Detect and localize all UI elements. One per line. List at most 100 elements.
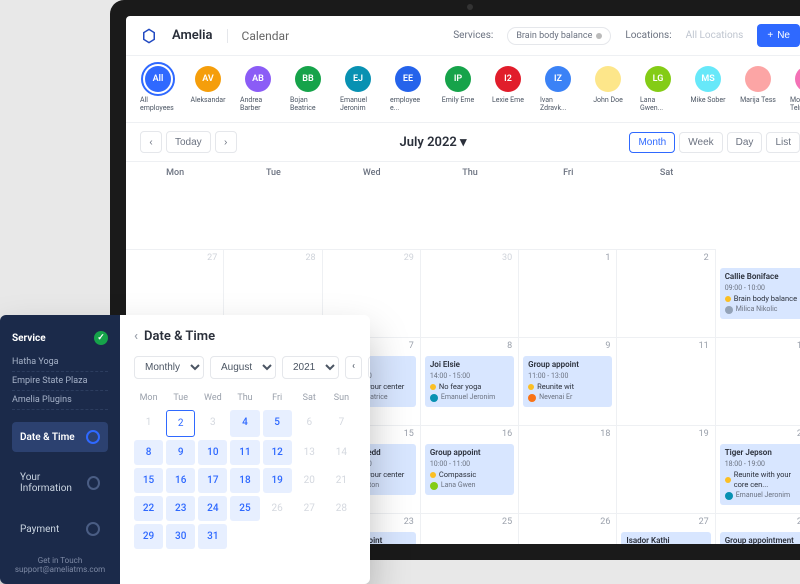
step-your-information[interactable]: Your Information (12, 464, 108, 502)
calendar-cell[interactable]: 27Isador Kathi17:00 - 19:00Yoga for gut … (617, 514, 715, 544)
picker-prev[interactable]: ‹ (345, 356, 362, 379)
emp-name: Lexie Eme (492, 96, 524, 104)
emp-name: Emanuel Jeronim (340, 96, 376, 112)
recurrence-select[interactable]: Monthly (134, 356, 204, 379)
calendar-cell[interactable]: 28Group appointment17:00 - 18:00Reunite … (716, 514, 800, 544)
emp-name: Andrea Barber (240, 96, 276, 112)
avatar: AV (195, 66, 221, 92)
view-month[interactable]: Month (629, 132, 675, 153)
avatar: IP (445, 66, 471, 92)
mini-day[interactable]: 25 (230, 496, 259, 521)
event-card[interactable]: Isador Kathi17:00 - 19:00Yoga for gut he… (621, 532, 710, 544)
mini-day[interactable]: 24 (198, 496, 227, 521)
emp-name: Emily Eme (442, 96, 474, 104)
employee-chip[interactable]: BBBojan Beatrice (290, 66, 326, 112)
month-select[interactable]: August (210, 356, 276, 379)
service-item[interactable]: Hatha Yoga (12, 353, 108, 372)
picker-next[interactable]: › (368, 356, 370, 379)
mini-day[interactable]: 5 (263, 410, 292, 437)
day-number: 23 (404, 517, 414, 527)
locations-select[interactable]: All Locations (686, 30, 744, 41)
view-week[interactable]: Week (679, 132, 722, 153)
service-heading: Service✓ (12, 331, 108, 345)
brand-name: Amelia (172, 28, 213, 43)
event-card[interactable]: Group appointment17:00 - 18:00Reunite wi… (720, 532, 800, 544)
event-card[interactable]: Group appoint10:00 - 11:00CompassicLana … (425, 444, 514, 495)
event-card[interactable]: Group appoint11:00 - 13:00Reunite witNev… (523, 356, 612, 407)
picker-title: Date & Time (134, 329, 356, 344)
employee-chip[interactable]: John Doe (590, 66, 626, 112)
mini-day[interactable]: 19 (263, 468, 292, 493)
employee-chip[interactable]: IP Emily Eme (440, 66, 476, 112)
day-number: 1 (605, 253, 610, 263)
calendar-cell[interactable]: 20Tiger Jepson18:00 - 19:00Reunite with … (716, 426, 800, 514)
employee-chip[interactable]: ABAndrea Barber (240, 66, 276, 112)
calendar-toolbar: ‹ Today › July 2022 ▾ MonthWeekDayList (126, 123, 800, 162)
service-item[interactable]: Amelia Plugins (12, 391, 108, 410)
view-list[interactable]: List (766, 132, 800, 153)
calendar-cell[interactable]: 26 (519, 514, 617, 544)
step-ring-icon (86, 430, 100, 444)
calendar-cell[interactable]: 4Callie Boniface09:00 - 10:00Brain body … (716, 250, 800, 338)
year-select[interactable]: 2021 (282, 356, 339, 379)
day-header: Sat (617, 162, 715, 250)
event-card[interactable]: Joi Elsie14:00 - 15:00No fear yogaEmanue… (425, 356, 514, 407)
step-ring-icon (86, 522, 100, 536)
mini-day[interactable]: 12 (263, 440, 292, 465)
employee-chip[interactable]: EEemployee e... (390, 66, 426, 112)
event-card[interactable]: Callie Boniface09:00 - 10:00Brain body b… (720, 268, 800, 319)
employee-chip[interactable]: MSMike Sober (690, 66, 726, 112)
calendar-cell[interactable]: 11 (617, 338, 715, 426)
step-payment[interactable]: Payment (12, 514, 108, 544)
calendar-cell[interactable]: 8Joi Elsie14:00 - 15:00No fear yogaEmanu… (421, 338, 519, 426)
calendar-cell[interactable]: 9Group appoint11:00 - 13:00Reunite witNe… (519, 338, 617, 426)
view-day[interactable]: Day (727, 132, 763, 153)
next-button[interactable]: › (215, 131, 237, 153)
mini-day[interactable]: 4 (230, 410, 259, 437)
emp-name: Mike Sober (691, 96, 726, 104)
employee-chip[interactable]: Marija Tess (740, 66, 776, 112)
mini-day[interactable]: 22 (134, 496, 163, 521)
mini-day[interactable]: 2 (166, 410, 195, 437)
mini-day[interactable]: 11 (230, 440, 259, 465)
service-item[interactable]: Empire State Plaza (12, 372, 108, 391)
employee-chip[interactable]: AllAll employees (140, 66, 176, 112)
mini-day[interactable]: 10 (198, 440, 227, 465)
mini-day[interactable]: 8 (134, 440, 163, 465)
employee-chip[interactable]: I2Lexie Eme (490, 66, 526, 112)
mini-day[interactable]: 9 (166, 440, 195, 465)
avatar: LG (645, 66, 671, 92)
employee-chip[interactable]: EJEmanuel Jeronim (340, 66, 376, 112)
calendar-cell[interactable]: 2 (617, 250, 715, 338)
emp-name: All employees (140, 96, 176, 112)
mini-day: 27 (295, 496, 324, 521)
mini-day: 13 (295, 440, 324, 465)
calendar-cell[interactable]: 30 (421, 250, 519, 338)
calendar-cell[interactable]: 1 (519, 250, 617, 338)
prev-button[interactable]: ‹ (140, 131, 162, 153)
add-button[interactable]: +Ne (757, 24, 800, 47)
mini-day[interactable]: 23 (166, 496, 195, 521)
today-button[interactable]: Today (166, 131, 211, 153)
calendar-cell[interactable]: 16Group appoint10:00 - 11:00CompassicLan… (421, 426, 519, 514)
employee-chip[interactable]: LGLana Gwen... (640, 66, 676, 112)
employee-chip[interactable]: AVAleksandar (190, 66, 226, 112)
service-filter-tag[interactable]: Brain body balance (507, 27, 611, 45)
employee-chip[interactable]: MTMoys Telroy (790, 66, 800, 112)
calendar-cell[interactable]: 19 (617, 426, 715, 514)
mini-day[interactable]: 31 (198, 524, 227, 549)
avatar: IZ (545, 66, 571, 92)
calendar-cell[interactable]: 25 (421, 514, 519, 544)
mini-day[interactable]: 15 (134, 468, 163, 493)
event-card[interactable]: Tiger Jepson18:00 - 19:00Reunite with yo… (720, 444, 800, 505)
calendar-cell[interactable]: 12 (716, 338, 800, 426)
mini-day[interactable]: 17 (198, 468, 227, 493)
mini-day[interactable]: 29 (134, 524, 163, 549)
calendar-cell[interactable]: 18 (519, 426, 617, 514)
employee-row: AllAll employees AVAleksandar ABAndrea Bar… (126, 56, 800, 123)
mini-day[interactable]: 30 (166, 524, 195, 549)
employee-chip[interactable]: IZIvan Zdravk... (540, 66, 576, 112)
mini-day[interactable]: 18 (230, 468, 259, 493)
step-date-time[interactable]: Date & Time (12, 422, 108, 452)
mini-day[interactable]: 16 (166, 468, 195, 493)
